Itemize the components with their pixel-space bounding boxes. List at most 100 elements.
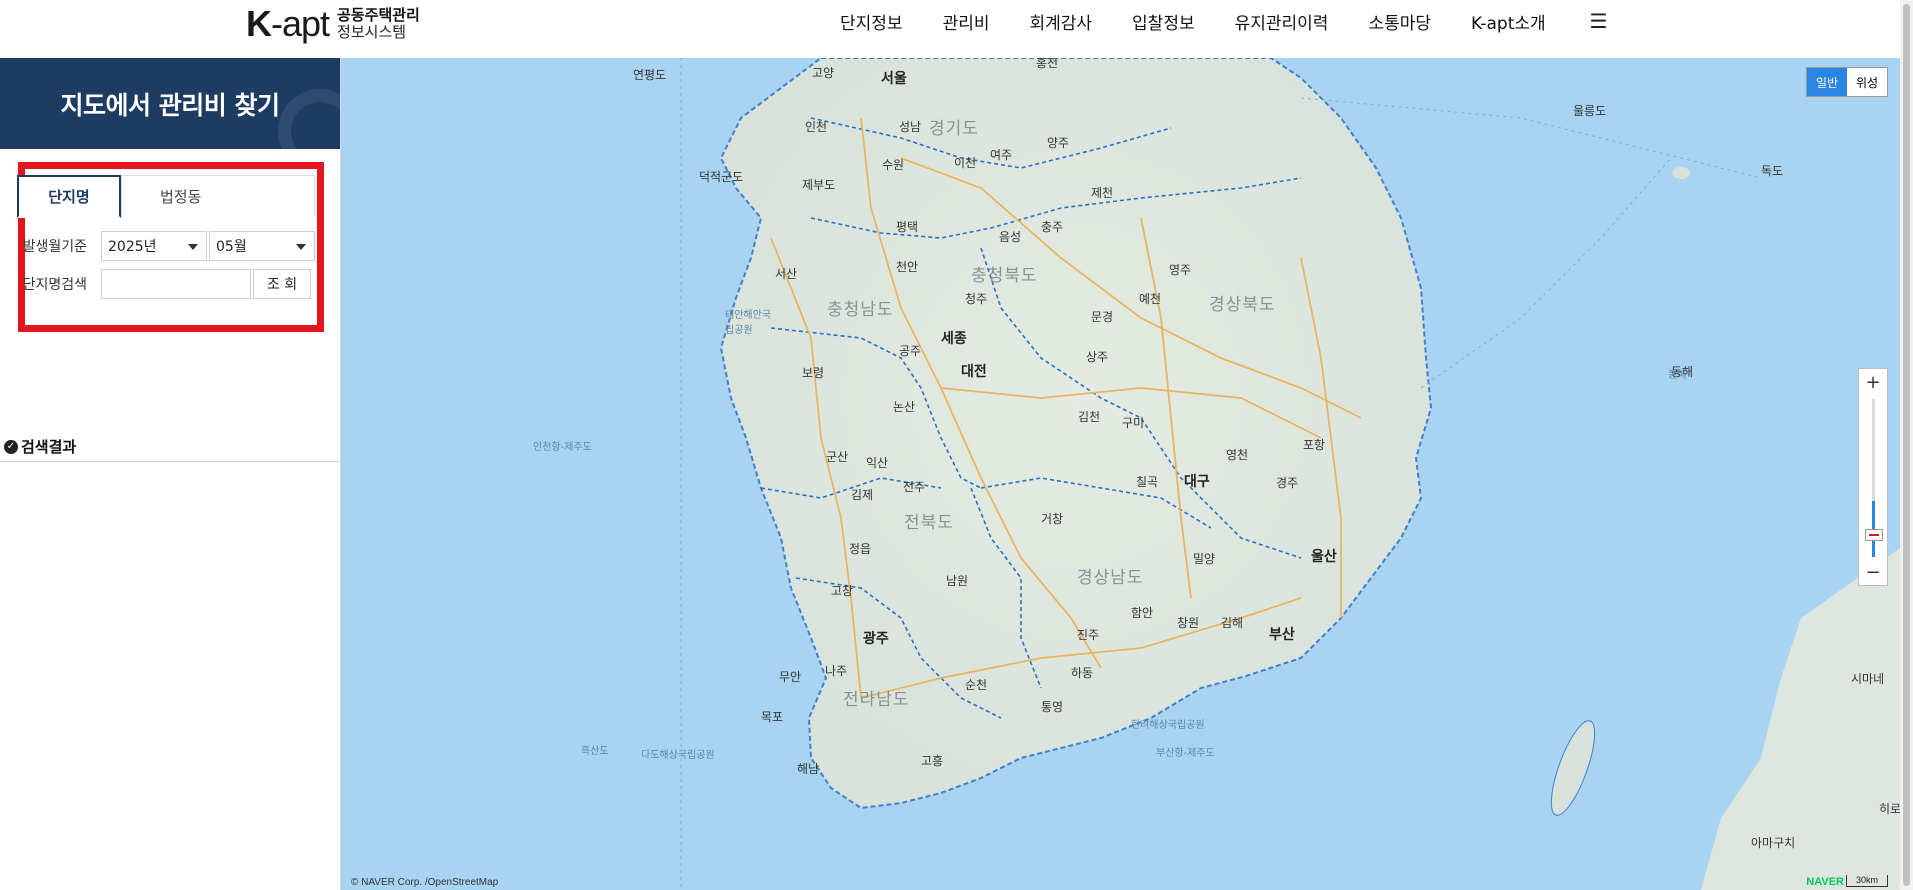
search-form-highlight: 법정동 단지명 발생월기준 2025년 05월 단지명검색 조 회 (17, 162, 324, 332)
city-label: 군산 (826, 450, 849, 464)
korea-peninsula-shape (680, 58, 1900, 890)
sea-label: 부산항-제주도 (1156, 748, 1215, 759)
nav-management-fee[interactable]: 관리비 (943, 9, 990, 34)
search-button[interactable]: 조 회 (253, 269, 311, 299)
city-label: 천안 (896, 260, 919, 274)
city-label: 해남 (797, 762, 820, 776)
city-major-label: 울산 (1311, 549, 1337, 565)
tab-complex-name[interactable]: 단지명 (17, 175, 121, 218)
zoom-control: + − (1858, 368, 1888, 586)
caret-down-icon (188, 244, 198, 250)
city-label: 순천 (965, 678, 988, 692)
logo-line-1: 공동주택관리 (337, 6, 420, 24)
name-search-label: 단지명검색 (22, 277, 87, 293)
complex-name-input[interactable] (101, 269, 251, 299)
city-label: 경주 (1276, 476, 1299, 490)
city-label: 문경 (1091, 310, 1114, 324)
month-select[interactable]: 05월 (209, 231, 315, 261)
city-label: 서산 (775, 267, 798, 281)
nav-maintenance-history[interactable]: 유지관리이력 (1235, 9, 1329, 34)
zoom-in-button[interactable]: + (1859, 369, 1887, 395)
city-major-label: 광주 (863, 631, 889, 647)
scrollbar-thumb[interactable] (1903, 4, 1910, 886)
city-major-label: 대전 (961, 364, 987, 380)
panel-title: 지도에서 관리비 찾기 (60, 90, 280, 120)
city-label: 울릉도 (1573, 104, 1607, 118)
city-label: 고창 (831, 584, 854, 598)
city-label: 상주 (1086, 350, 1109, 364)
zoom-slider-handle[interactable] (1865, 529, 1883, 541)
city-major-label: 대구 (1184, 474, 1210, 490)
sea-label: 태안해안국립공원 (725, 310, 771, 336)
caret-down-icon (296, 244, 306, 250)
nav-community[interactable]: 소통마당 (1368, 9, 1431, 34)
main-nav: 단지정보 관리비 회계감사 입찰정보 유지관리이력 소통마당 K-apt소개 ☰ (840, 0, 1608, 42)
city-label: 충주 (1041, 220, 1064, 234)
province-label: 충청남도 (827, 300, 894, 320)
sea-label: 흑산도 (581, 746, 609, 757)
city-major-label: 서울 (881, 71, 907, 87)
city-label: 시마네 (1851, 672, 1885, 686)
city-label: 김천 (1078, 410, 1101, 424)
city-label: 정읍 (849, 542, 872, 556)
check-circle-icon: ✓ (4, 439, 18, 454)
city-label: 이천 (954, 156, 977, 170)
city-label: 청주 (965, 292, 988, 306)
date-row: 발생월기준 2025년 05월 (17, 231, 315, 261)
province-label: 전북도 (904, 513, 954, 533)
year-select[interactable]: 2025년 (101, 231, 207, 261)
page-scrollbar[interactable] (1900, 0, 1913, 890)
k-apt-logo[interactable]: K-apt 공동주택관리 정보시스템 (246, 2, 420, 46)
map-copyright[interactable]: © NAVER Corp. /OpenStreetMap (351, 877, 498, 888)
nav-bid-info[interactable]: 입찰정보 (1132, 9, 1195, 34)
city-label: 김제 (851, 488, 874, 502)
map-canvas[interactable]: 경기도 충청북도 충청남도 경상북도 전북도 경상남도 전라남도 서울 세종 대… (341, 58, 1900, 890)
nav-about-kapt[interactable]: K-apt소개 (1471, 9, 1546, 34)
city-label: 익산 (866, 456, 889, 470)
results-header: ✓ 검색결과 (0, 432, 340, 462)
city-label: 덕적군도 (699, 170, 744, 184)
city-label: 논산 (893, 400, 916, 414)
search-panel: 지도에서 관리비 찾기 법정동 단지명 발생월기준 2025년 05월 단지명검… (0, 58, 341, 890)
city-label: 거창 (1041, 512, 1064, 526)
city-label: 양주 (1047, 136, 1070, 150)
map-scale-bar: 30km (1846, 875, 1888, 887)
city-label: 인천 (805, 120, 828, 134)
city-label: 제부도 (802, 178, 836, 192)
hamburger-icon[interactable]: ☰ (1590, 9, 1608, 33)
city-label: 히로 (1879, 802, 1900, 816)
city-label: 공주 (899, 344, 922, 358)
map-type-normal-button[interactable]: 일반 (1807, 68, 1847, 96)
tab-legal-dong[interactable]: 법정동 (121, 175, 315, 217)
city-label: 함안 (1131, 606, 1154, 620)
city-major-label: 부산 (1269, 627, 1295, 643)
city-label: 독도 (1761, 164, 1784, 178)
city-label: 김해 (1221, 616, 1244, 630)
map-type-satellite-button[interactable]: 위성 (1847, 68, 1887, 96)
nav-complex-info[interactable]: 단지정보 (840, 9, 903, 34)
city-label: 고흥 (921, 754, 944, 768)
city-label: 진주 (1077, 628, 1100, 642)
city-label: 하동 (1071, 666, 1094, 680)
city-label: 아마구치 (1751, 836, 1796, 850)
city-label: 전주 (903, 480, 926, 494)
name-search-row: 단지명검색 조 회 (17, 269, 311, 299)
city-label: 칠곡 (1136, 475, 1159, 489)
city-label: 밀양 (1193, 552, 1216, 566)
city-label: 무안 (779, 670, 802, 684)
year-value: 2025년 (108, 239, 157, 255)
city-label: 수원 (882, 158, 905, 172)
naver-logo[interactable]: NAVER (1806, 876, 1844, 888)
city-label: 창원 (1177, 616, 1200, 630)
sea-label: 다도해상국립공원 (641, 750, 715, 761)
province-label: 경상남도 (1077, 568, 1144, 588)
nav-accounting-audit[interactable]: 회계감사 (1029, 9, 1092, 34)
map-type-toggle: 일반 위성 (1806, 67, 1888, 97)
results-label: 검색결과 (21, 438, 77, 456)
zoom-out-button[interactable]: − (1859, 559, 1887, 585)
city-label: 예천 (1139, 292, 1162, 306)
city-label: 성남 (899, 120, 922, 134)
city-label: 음성 (999, 230, 1022, 244)
city-label: 목포 (761, 710, 784, 724)
city-label: 영천 (1226, 448, 1249, 462)
